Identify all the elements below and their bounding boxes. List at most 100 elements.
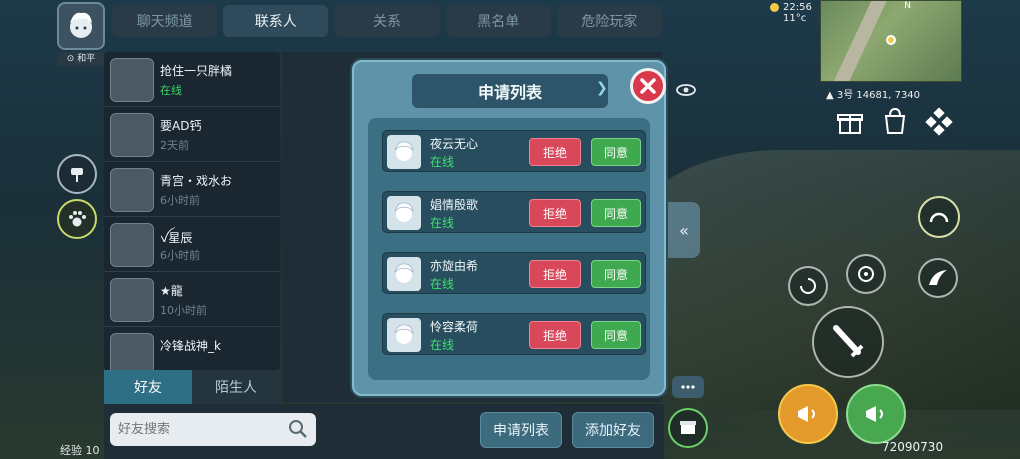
reject-button[interactable]: 拒绝 — [529, 199, 581, 227]
player-avatar[interactable] — [57, 2, 105, 50]
megaphone-icon — [798, 406, 815, 422]
visibility-eye-icon[interactable] — [676, 82, 696, 101]
box-icon — [680, 421, 696, 434]
pet-button[interactable] — [57, 199, 97, 239]
sword-icon — [833, 325, 864, 358]
requester-name: 亦旋由希 — [430, 259, 479, 273]
requester-status: 在线 — [430, 277, 455, 291]
friend-name: 冷锋战神_k — [160, 339, 221, 353]
agree-button[interactable]: 同意 — [591, 199, 641, 227]
requester-avatar — [387, 196, 421, 230]
social-tab-bar: 聊天频道 联系人 关系 黑名单 危险玩家 — [112, 5, 663, 41]
friend-row[interactable]: 青宫・戏水お 6小时前 — [104, 162, 280, 217]
close-icon — [640, 78, 656, 94]
add-friend-button[interactable]: 添加好友 — [572, 412, 654, 448]
friend-row[interactable]: 抢住一只胖橘 在线 — [104, 52, 280, 107]
camera-tool-button[interactable] — [57, 154, 97, 194]
friend-avatar — [110, 333, 154, 370]
tab-chat-channel[interactable]: 聊天频道 — [112, 5, 218, 37]
tab-blacklist[interactable]: 黑名单 — [445, 5, 551, 37]
swirl-skill-button[interactable] — [788, 266, 828, 306]
dialog-title: 申请列表 — [412, 74, 608, 108]
player-marker-icon — [886, 35, 896, 45]
megaphone-yellow-button[interactable] — [778, 384, 838, 444]
double-chevron-left-icon: « — [679, 220, 689, 240]
megaphone-icon — [866, 406, 883, 422]
tab-strangers[interactable]: 陌生人 — [192, 370, 280, 404]
wing-icon — [929, 270, 947, 285]
agree-button[interactable]: 同意 — [591, 138, 641, 166]
tripod-icon — [71, 168, 83, 182]
wing-skill-button[interactable] — [918, 258, 958, 298]
agree-button[interactable]: 同意 — [591, 321, 641, 349]
requester-avatar — [387, 135, 421, 169]
tab-dangerous-players[interactable]: 危险玩家 — [556, 5, 663, 37]
swirl-icon — [800, 278, 816, 294]
requester-name: 娼情殷歌 — [430, 198, 479, 212]
target-skill-button[interactable] — [846, 254, 886, 294]
reject-button[interactable]: 拒绝 — [529, 138, 581, 166]
location-text: 3号 14681, 7340 — [836, 90, 921, 101]
request-row: 怜容柔荷 在线 拒绝 同意 — [382, 313, 646, 355]
friend-row[interactable]: ★龍 10小时前 — [104, 272, 280, 327]
inventory-button[interactable] — [668, 408, 708, 448]
emote-button[interactable] — [918, 196, 960, 238]
avatar-face-icon — [394, 324, 414, 344]
request-row: 亦旋由希 在线 拒绝 同意 — [382, 252, 646, 294]
friend-search-input[interactable] — [110, 413, 280, 446]
megaphone-green-button[interactable] — [846, 384, 906, 444]
friend-row[interactable]: ꪜ星辰 6小时前 — [104, 217, 280, 272]
friend-name: 抢住一只胖橘 — [160, 64, 233, 78]
chat-bubble-button[interactable] — [672, 376, 704, 398]
friend-status: 2天前 — [160, 139, 189, 152]
friend-avatar — [110, 278, 154, 322]
shopping-bag-icon[interactable] — [880, 106, 910, 136]
friend-status: 6小时前 — [160, 249, 200, 262]
friend-row[interactable]: 要AD钙 2天前 — [104, 107, 280, 162]
gift-icon[interactable] — [836, 108, 864, 136]
clock-time: 22:56 — [783, 2, 812, 13]
requester-avatar — [387, 318, 421, 352]
peace-mode-tag[interactable]: ⊙ 和平 — [57, 52, 105, 66]
request-row: 夜云无心 在线 拒绝 同意 — [382, 130, 646, 172]
reject-button[interactable]: 拒绝 — [529, 260, 581, 288]
requester-name: 怜容柔荷 — [430, 320, 479, 334]
requester-avatar — [387, 257, 421, 291]
requester-status: 在线 — [430, 338, 455, 352]
search-icon[interactable] — [288, 419, 308, 439]
agree-button[interactable]: 同意 — [591, 260, 641, 288]
target-icon — [858, 266, 874, 282]
tab-relations[interactable]: 关系 — [334, 5, 440, 37]
attack-button[interactable] — [812, 306, 884, 378]
ribbon-right-ornament-icon: ❯ — [596, 80, 608, 96]
requester-name: 夜云无心 — [430, 137, 479, 151]
reject-button[interactable]: 拒绝 — [529, 321, 581, 349]
avatar-face-icon — [394, 202, 414, 222]
chat-dots-icon — [681, 385, 695, 389]
friend-type-tabs: 好友 陌生人 — [104, 370, 280, 404]
avatar-face-icon — [394, 141, 414, 161]
friend-avatar — [110, 113, 154, 157]
avatar-face-icon — [394, 263, 414, 283]
requester-status: 在线 — [430, 216, 455, 230]
friend-row[interactable]: 冷锋战神_k — [104, 327, 280, 370]
location-coordinates: ▲ 3号 14681, 7340 — [826, 90, 921, 101]
status-readout: 22:56 11°c — [770, 2, 812, 24]
avatar-face-icon — [70, 12, 92, 38]
friend-name: ★龍 — [160, 284, 183, 298]
request-row: 娼情殷歌 在线 拒绝 同意 — [382, 191, 646, 233]
collapse-panel-button[interactable]: « — [668, 202, 700, 258]
request-list-button[interactable]: 申请列表 — [480, 412, 562, 448]
tab-contacts[interactable]: 联系人 — [223, 5, 329, 37]
friend-status: 6小时前 — [160, 194, 200, 207]
friend-name: 青宫・戏水お — [160, 174, 233, 188]
friend-list[interactable]: 抢住一只胖橘 在线 要AD钙 2天前 青宫・戏水お 6小时前 ꪜ星辰 6小时前 … — [104, 52, 280, 370]
diamond-grid-icon[interactable] — [924, 107, 954, 137]
close-button[interactable] — [630, 68, 666, 104]
compass-north: N — [904, 1, 911, 11]
tab-friends[interactable]: 好友 — [104, 370, 192, 404]
gauge-icon — [929, 212, 949, 223]
friend-status: 10小时前 — [160, 304, 207, 317]
minimap[interactable]: N — [820, 0, 962, 82]
friend-name: 要AD钙 — [160, 119, 202, 133]
